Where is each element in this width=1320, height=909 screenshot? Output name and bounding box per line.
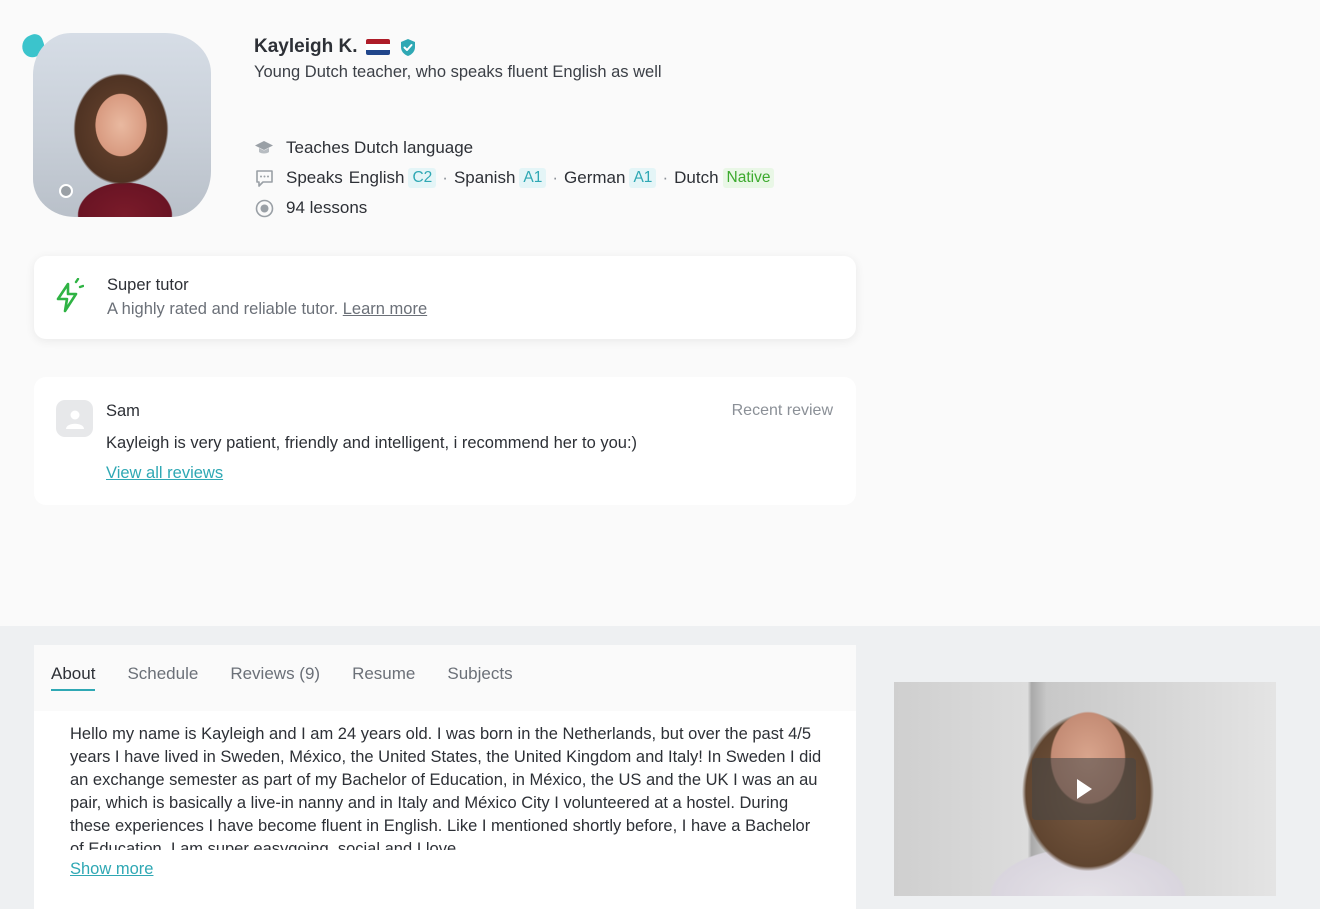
teaches-text: Teaches Dutch language xyxy=(286,138,474,157)
language-level-badge: A1 xyxy=(519,168,547,188)
tab-schedule[interactable]: Schedule xyxy=(111,645,214,711)
user-placeholder-icon xyxy=(65,410,84,429)
speaks-fact: Speaks English C2 · Spanish A1 · German … xyxy=(254,163,780,193)
language-level-badge: A1 xyxy=(629,168,657,188)
play-button[interactable] xyxy=(1032,758,1136,820)
lessons-fact: 94 lessons xyxy=(254,193,780,223)
lightning-bolt-icon xyxy=(56,278,84,313)
profile-tabs: About Schedule Reviews (9) Resume Subjec… xyxy=(34,645,856,711)
reviewer-avatar xyxy=(56,400,93,437)
tab-about[interactable]: About xyxy=(51,645,111,711)
language-name: English xyxy=(348,168,405,187)
recent-review-label: Recent review xyxy=(731,402,833,419)
language-name: German xyxy=(564,168,626,187)
online-status-dot xyxy=(59,184,73,198)
language-separator: · xyxy=(662,168,669,187)
name-row: Kayleigh K. xyxy=(254,36,417,58)
tab-subjects[interactable]: Subjects xyxy=(431,645,528,711)
review-text: Kayleigh is very patient, friendly and i… xyxy=(106,434,638,452)
play-icon xyxy=(1077,779,1092,799)
language-separator: · xyxy=(442,168,448,187)
about-section: About Schedule Reviews (9) Resume Subjec… xyxy=(34,645,856,909)
graduation-cap-icon xyxy=(254,138,274,158)
show-more-link[interactable]: Show more xyxy=(34,850,856,879)
speaks-label: Speaks xyxy=(286,168,343,187)
about-text: Hello my name is Kayleigh and I am 24 ye… xyxy=(70,725,822,850)
language-level-badge: Native xyxy=(722,168,775,188)
language-separator: · xyxy=(552,168,559,187)
view-all-reviews-link[interactable]: View all reviews xyxy=(106,464,223,483)
reviewer-name: Sam xyxy=(106,402,140,420)
tutor-facts: Teaches Dutch language Speaks English C2… xyxy=(254,133,780,223)
tab-resume[interactable]: Resume xyxy=(336,645,431,711)
language-name: Dutch xyxy=(674,168,719,187)
tutor-avatar[interactable] xyxy=(18,31,212,218)
super-tutor-card: Super tutor A highly rated and reliable … xyxy=(34,256,856,339)
tab-reviews[interactable]: Reviews (9) xyxy=(214,645,336,711)
tutor-headline: Young Dutch teacher, who speaks fluent E… xyxy=(254,63,662,81)
intro-video[interactable] xyxy=(894,682,1276,896)
lessons-circle-icon xyxy=(254,198,274,218)
learn-more-link[interactable]: Learn more xyxy=(343,300,427,318)
language-name: Spanish xyxy=(453,168,516,187)
super-tutor-description: A highly rated and reliable tutor. Learn… xyxy=(107,300,427,319)
lessons-count: 94 lessons xyxy=(286,198,368,217)
tutor-name: Kayleigh K. xyxy=(254,36,358,57)
recent-review-card: Sam Recent review Kayleigh is very patie… xyxy=(34,377,856,505)
language-level-badge: C2 xyxy=(408,168,437,188)
netherlands-flag-icon xyxy=(366,39,391,55)
super-tutor-text: A highly rated and reliable tutor. xyxy=(107,300,339,318)
teaches-fact: Teaches Dutch language xyxy=(254,133,780,163)
super-tutor-title: Super tutor xyxy=(107,276,189,294)
verified-shield-icon[interactable] xyxy=(399,38,417,57)
speech-bubble-icon xyxy=(254,168,274,188)
